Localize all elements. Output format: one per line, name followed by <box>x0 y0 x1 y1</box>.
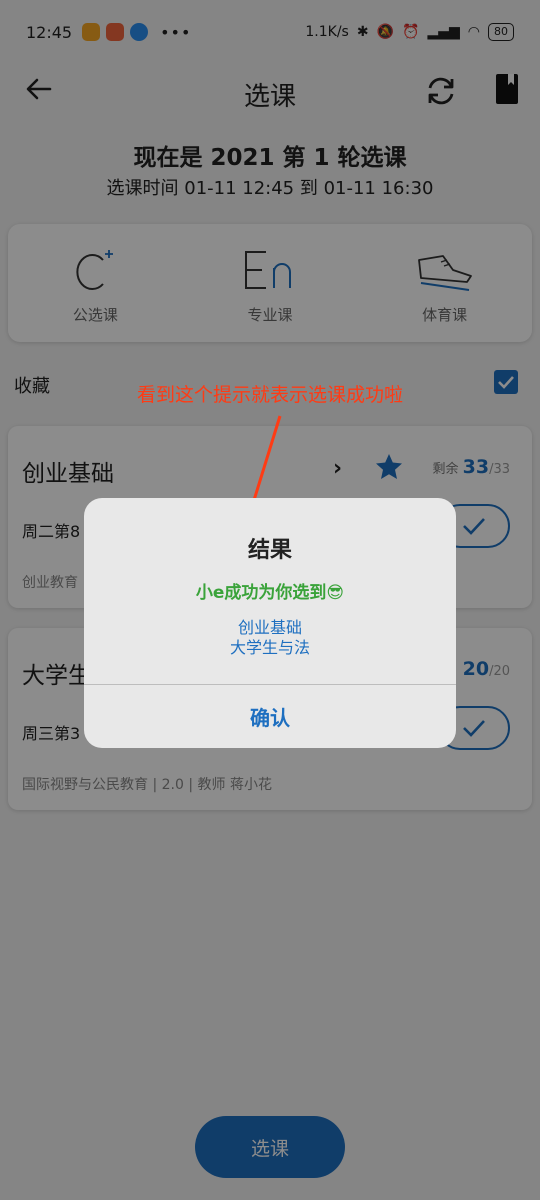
selected-course: 创业基础 <box>237 618 302 637</box>
result-dialog: 结果 小e成功为你选到😎 创业基础 大学生与法 确认 <box>84 498 456 748</box>
dialog-message: 小e成功为你选到😎 <box>195 583 345 603</box>
selected-course: 大学生与法 <box>229 638 310 657</box>
annotation-text: 看到这个提示就表示选课成功啦 <box>136 384 403 406</box>
selected-course-list: 创业基础 大学生与法 <box>84 618 456 658</box>
dialog-title: 结果 <box>247 538 292 563</box>
confirm-button[interactable]: 确认 <box>84 685 456 748</box>
